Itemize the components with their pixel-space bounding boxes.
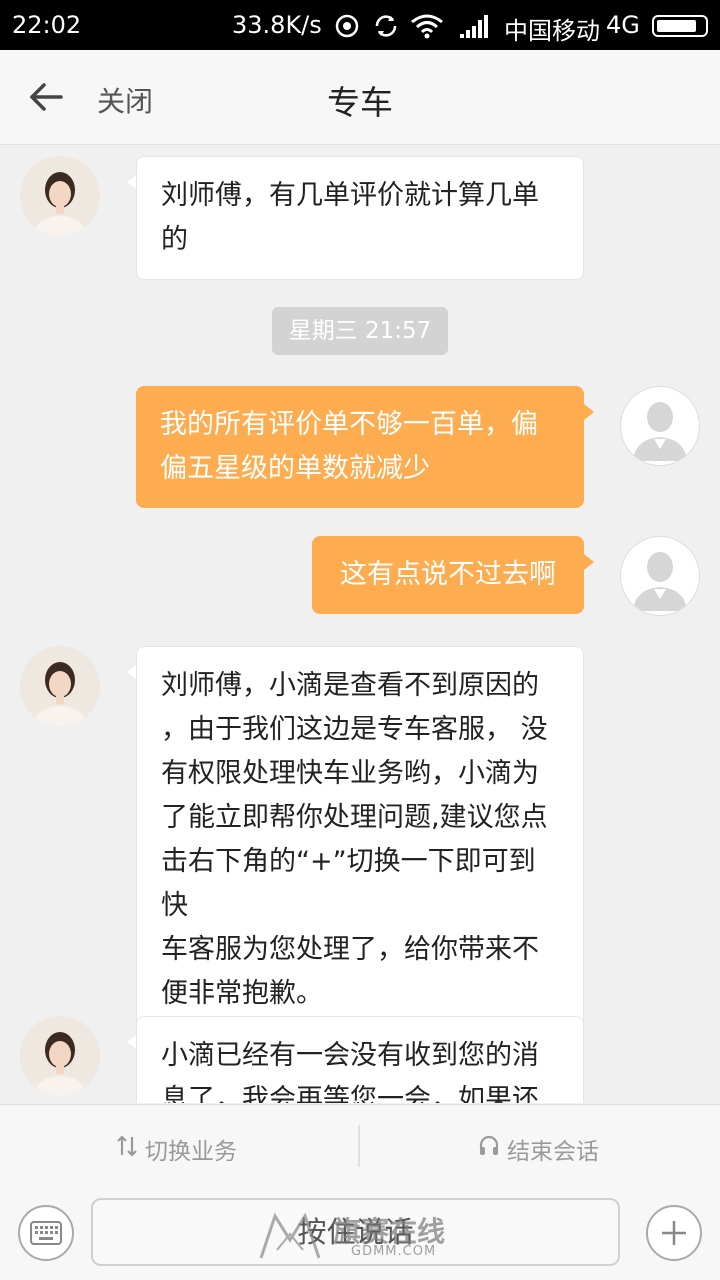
alarm-icon xyxy=(335,14,359,38)
plus-button[interactable] xyxy=(646,1205,702,1261)
page-title: 专车 xyxy=(327,83,393,122)
agent-avatar-image xyxy=(20,156,100,236)
agent-avatar[interactable] xyxy=(20,1016,100,1096)
battery-level xyxy=(657,20,696,32)
watermark: 旗赛在线 GDMM.COM xyxy=(255,1206,495,1266)
message-line: 车客服为您处理了，给你带来不 xyxy=(161,934,539,965)
headset-icon xyxy=(479,1135,499,1155)
status-bar: 22:02 33.8K/s 中国移动 4G xyxy=(0,0,720,50)
sync-icon xyxy=(375,15,397,37)
message-line: 这有点说不过去啊 xyxy=(340,559,556,590)
message-bubble-incoming[interactable]: 刘师傅，小滴是查看不到原因的 ，由于我们这边是专车客服， 没 有权限处理快车业务… xyxy=(136,646,584,1034)
message-line: 我的所有评价单不够一百单，偏 xyxy=(160,409,538,440)
nav-bar: 关闭 专车 xyxy=(0,50,720,145)
message-line: 刘师傅，有几单评价就计算几单 xyxy=(161,180,539,211)
signal-icon xyxy=(460,15,488,38)
status-network-type: 4G xyxy=(606,11,640,39)
battery-icon xyxy=(652,15,708,37)
message-line: ，由于我们这边是专车客服， 没 xyxy=(161,714,548,745)
message-line: 的 xyxy=(161,224,188,255)
user-avatar[interactable] xyxy=(620,386,700,466)
user-avatar[interactable] xyxy=(620,536,700,616)
action-bar: 切换业务 结束会话 xyxy=(0,1104,720,1188)
message-line: 便非常抱歉。 xyxy=(161,978,323,1009)
wifi-icon xyxy=(411,14,443,39)
agent-avatar[interactable] xyxy=(20,646,100,726)
watermark-logo-icon xyxy=(259,1212,321,1259)
agent-avatar-image xyxy=(20,1016,100,1096)
switch-service-button[interactable]: 切换业务 xyxy=(0,1105,360,1187)
message-line: 有权限处理快车业务哟，小滴为 xyxy=(161,758,539,789)
bubble-tail xyxy=(584,554,594,570)
message-line: 偏五星级的单数就减少 xyxy=(160,453,430,484)
message-bubble-incoming[interactable]: 小滴已经有一会没有收到您的消 息了，我会再等您一会，如果还 xyxy=(136,1016,584,1103)
message-bubble-outgoing[interactable]: 这有点说不过去啊 xyxy=(312,536,584,614)
chat-area[interactable]: 刘师傅，有几单评价就计算几单 的 星期三 21:57 我的所有评价单不够一百单，… xyxy=(0,145,720,1103)
message-line: 击右下角的“+”切换一下即可到快 xyxy=(161,846,536,921)
message-bubble-incoming[interactable]: 刘师傅，有几单评价就计算几单 的 xyxy=(136,156,584,280)
status-carrier: 中国移动 xyxy=(504,17,600,45)
status-time: 22:02 xyxy=(12,11,82,39)
message-bubble-outgoing[interactable]: 我的所有评价单不够一百单，偏 偏五星级的单数就减少 xyxy=(136,386,584,508)
message-line: 息了，我会再等您一会，如果还 xyxy=(161,1084,539,1103)
plus-icon xyxy=(662,1221,686,1245)
switch-arrows-icon xyxy=(117,1135,137,1157)
status-network-speed: 33.8K/s xyxy=(232,11,322,39)
agent-avatar-image xyxy=(20,646,100,726)
agent-avatar[interactable] xyxy=(20,156,100,236)
message-line: 了能立即帮你处理问题,建议您点 xyxy=(161,802,548,833)
user-avatar-image xyxy=(633,402,687,461)
timestamp-badge: 星期三 21:57 xyxy=(272,307,448,355)
message-line: 刘师傅，小滴是查看不到原因的 xyxy=(161,670,539,701)
keyboard-icon xyxy=(30,1221,62,1245)
watermark-subtext: GDMM.COM xyxy=(351,1244,437,1259)
end-session-button[interactable]: 结束会话 xyxy=(360,1105,720,1187)
user-avatar-image xyxy=(633,552,687,611)
switch-service-label: 切换业务 xyxy=(145,1139,237,1165)
message-line: 小滴已经有一会没有收到您的消 xyxy=(161,1040,539,1071)
bubble-tail xyxy=(584,404,594,420)
end-session-label: 结束会话 xyxy=(507,1139,599,1165)
keyboard-button[interactable] xyxy=(18,1205,74,1261)
